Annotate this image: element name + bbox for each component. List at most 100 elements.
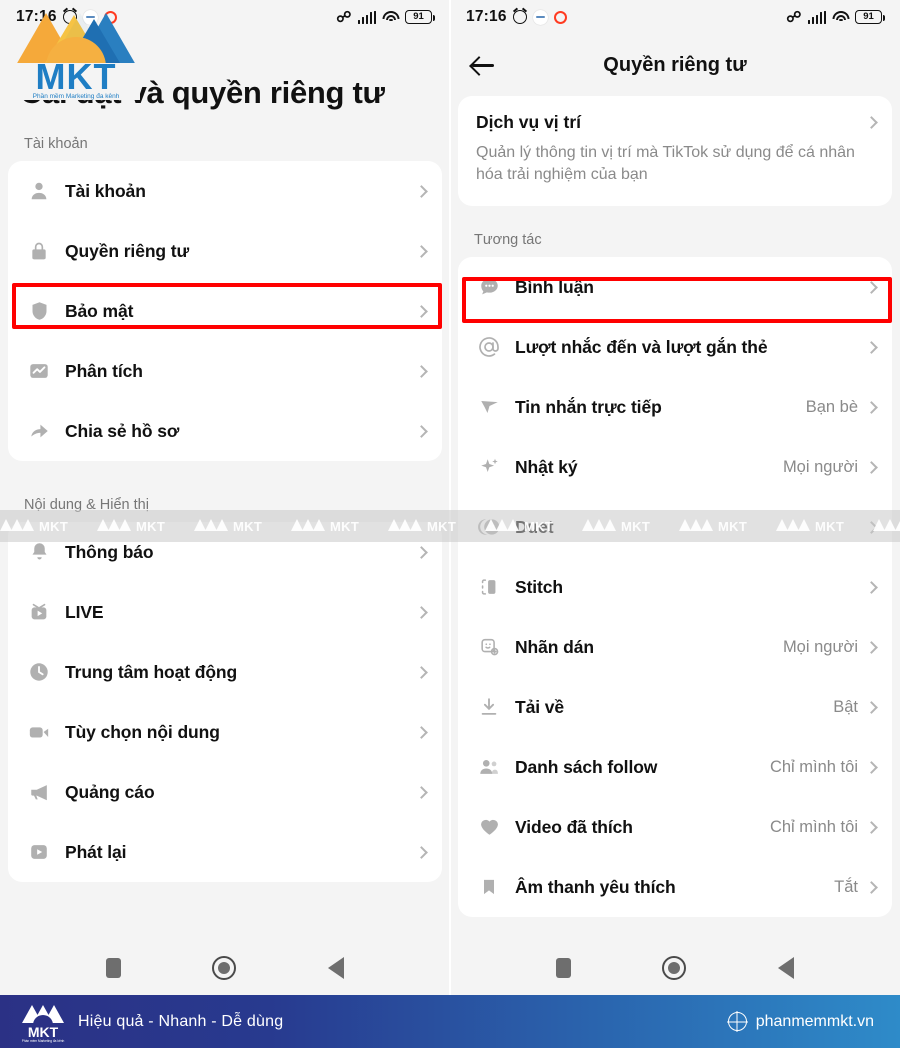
list-item-follow-list[interactable]: Danh sách follow Chỉ mình tôi <box>458 737 892 797</box>
list-item-direct-messages[interactable]: Tin nhắn trực tiếp Bạn bè <box>458 377 892 437</box>
recents-square-button[interactable] <box>555 957 571 978</box>
comment-icon <box>476 274 502 300</box>
sidebar-item-label: Tùy chọn nội dung <box>65 721 220 742</box>
list-item-label: Tin nhắn trực tiếp <box>515 396 662 417</box>
watermark-logo-icon <box>0 519 34 531</box>
battery-level: 91 <box>413 11 424 23</box>
sidebar-item-privacy[interactable]: Quyền riêng tư <box>8 221 442 281</box>
globe-icon <box>727 1012 747 1031</box>
list-item-label: Tải về <box>515 696 565 717</box>
signal-icon <box>807 10 826 24</box>
app-bar-title: Quyền riêng tư <box>603 53 747 76</box>
list-item-label: Âm thanh yêu thích <box>515 876 676 897</box>
list-item-label: Lượt nhắc đến và lượt gắn thẻ <box>515 336 768 357</box>
watermark-logo-icon <box>873 519 900 531</box>
watermark-text: MKT <box>136 518 166 534</box>
battery-level: 91 <box>863 11 874 23</box>
svg-text:MKT: MKT <box>28 1024 59 1040</box>
sidebar-item-live[interactable]: LIVE <box>8 582 442 642</box>
section-label-account: Tài khoản <box>24 136 88 153</box>
live-tv-icon <box>26 599 52 625</box>
recents-square-button[interactable] <box>105 957 121 978</box>
sparkle-icon <box>476 454 502 480</box>
watermark-item: MKT <box>291 516 388 536</box>
footer-tagline: Hiệu quả - Nhanh - Dễ dùng <box>78 1012 284 1030</box>
watermark-text: MKT <box>621 518 651 534</box>
back-triangle-button[interactable] <box>328 956 345 979</box>
list-item-stitch[interactable]: Stitch <box>458 557 892 617</box>
sidebar-item-account[interactable]: Tài khoản <box>8 161 442 221</box>
sidebar-item-label: Quyền riêng tư <box>65 240 190 261</box>
footer-url[interactable]: phanmemmkt.vn <box>756 1013 874 1031</box>
chevron-right-icon <box>415 244 428 258</box>
watermark-logo-icon <box>291 519 325 531</box>
megaphone-icon <box>26 779 52 805</box>
chevron-right-icon <box>415 545 428 559</box>
location-service-description: Quản lý thông tin vị trí mà TikTok sử dụ… <box>476 144 855 184</box>
right-phone-screen: 17:16 ☍ 91 Quyền riêng tư Dịch vụ vị trí… <box>450 0 900 995</box>
list-item-value: Mọi người <box>782 457 858 476</box>
list-item-comments[interactable]: Bình luận <box>458 257 892 317</box>
bluetooth-icon: ☍ <box>786 8 802 26</box>
chevron-right-icon <box>865 820 878 834</box>
wifi-icon <box>382 10 399 24</box>
watermark-text: MKT <box>524 518 554 534</box>
watermark-text: MKT <box>39 518 69 534</box>
chevron-right-icon <box>415 424 428 438</box>
chevron-right-icon <box>415 184 428 198</box>
footer-mkt-logo: MKT Phần mềm Marketing đa kênh <box>22 1004 64 1043</box>
home-circle-button[interactable] <box>662 955 687 980</box>
watermark-item: MKT <box>194 516 291 536</box>
list-item-label: Bình luận <box>515 276 594 297</box>
watermark-item: MKT <box>776 516 873 536</box>
sidebar-item-playback[interactable]: Phát lại <box>8 822 442 882</box>
sidebar-item-ads[interactable]: Quảng cáo <box>8 762 442 822</box>
chevron-right-icon <box>415 364 428 378</box>
chevron-right-icon <box>415 725 428 739</box>
sidebar-item-content-preferences[interactable]: Tùy chọn nội dung <box>8 702 442 762</box>
list-item-favorite-sounds[interactable]: Âm thanh yêu thích Tắt <box>458 857 892 917</box>
home-circle-button[interactable] <box>212 955 237 980</box>
watermark-logo-icon <box>97 519 131 531</box>
list-item-label: Nhãn dán <box>515 636 594 657</box>
sidebar-item-label: Trung tâm hoạt động <box>65 661 238 682</box>
sidebar-item-activity-center[interactable]: Trung tâm hoạt động <box>8 642 442 702</box>
chevron-right-icon <box>865 460 878 474</box>
left-phone-screen: 17:16 ☍ 91 MKT Phần mềm Marketing đa kên… <box>0 0 450 995</box>
watermark-band: MKT MKT MKT MKT MKT MKT MKT MKT MKT MKT <box>0 510 900 542</box>
watermark-item: MKT <box>97 516 194 536</box>
list-item-liked-videos[interactable]: Video đã thích Chỉ mình tôi <box>458 797 892 857</box>
list-item-stickers[interactable]: Nhãn dán Mọi người <box>458 617 892 677</box>
watermark-text: MKT <box>233 518 263 534</box>
page-footer: MKT Phần mềm Marketing đa kênh Hiệu quả … <box>0 995 900 1048</box>
bell-icon <box>26 539 52 565</box>
back-triangle-button[interactable] <box>778 956 795 979</box>
chevron-right-icon <box>415 845 428 859</box>
sidebar-item-label: Tài khoản <box>65 180 146 201</box>
chevron-right-icon <box>415 304 428 318</box>
watermark-text: MKT <box>330 518 360 534</box>
list-item-label: Video đã thích <box>515 816 633 837</box>
location-service-card[interactable]: Dịch vụ vị trí Quản lý thông tin vị trí … <box>458 96 892 207</box>
watermark-logo-icon <box>582 519 616 531</box>
sidebar-item-label: Phát lại <box>65 841 127 862</box>
list-item-download[interactable]: Tải về Bật <box>458 677 892 737</box>
chevron-right-icon <box>865 340 878 354</box>
right-status-bar: 17:16 ☍ 91 <box>450 0 900 34</box>
person-icon <box>26 178 52 204</box>
list-item-mentions-tags[interactable]: Lượt nhắc đến và lượt gắn thẻ <box>458 317 892 377</box>
watermark-text: MKT <box>815 518 845 534</box>
list-item-label: Stitch <box>515 576 564 597</box>
watermark-logo-icon <box>679 519 713 531</box>
chevron-right-icon <box>865 640 878 654</box>
sidebar-item-analytics[interactable]: Phân tích <box>8 341 442 401</box>
list-item-value: Bật <box>833 697 858 716</box>
sidebar-item-security[interactable]: Bảo mật <box>8 281 442 341</box>
list-item-diary[interactable]: Nhật ký Mọi người <box>458 437 892 497</box>
lock-icon <box>26 238 52 264</box>
chevron-right-icon <box>415 665 428 679</box>
list-item-value: Chỉ mình tôi <box>769 817 858 836</box>
ring-icon <box>553 10 567 24</box>
watermark-item: MKT <box>0 516 97 536</box>
sidebar-item-share-profile[interactable]: Chia sẻ hồ sơ <box>8 401 442 461</box>
